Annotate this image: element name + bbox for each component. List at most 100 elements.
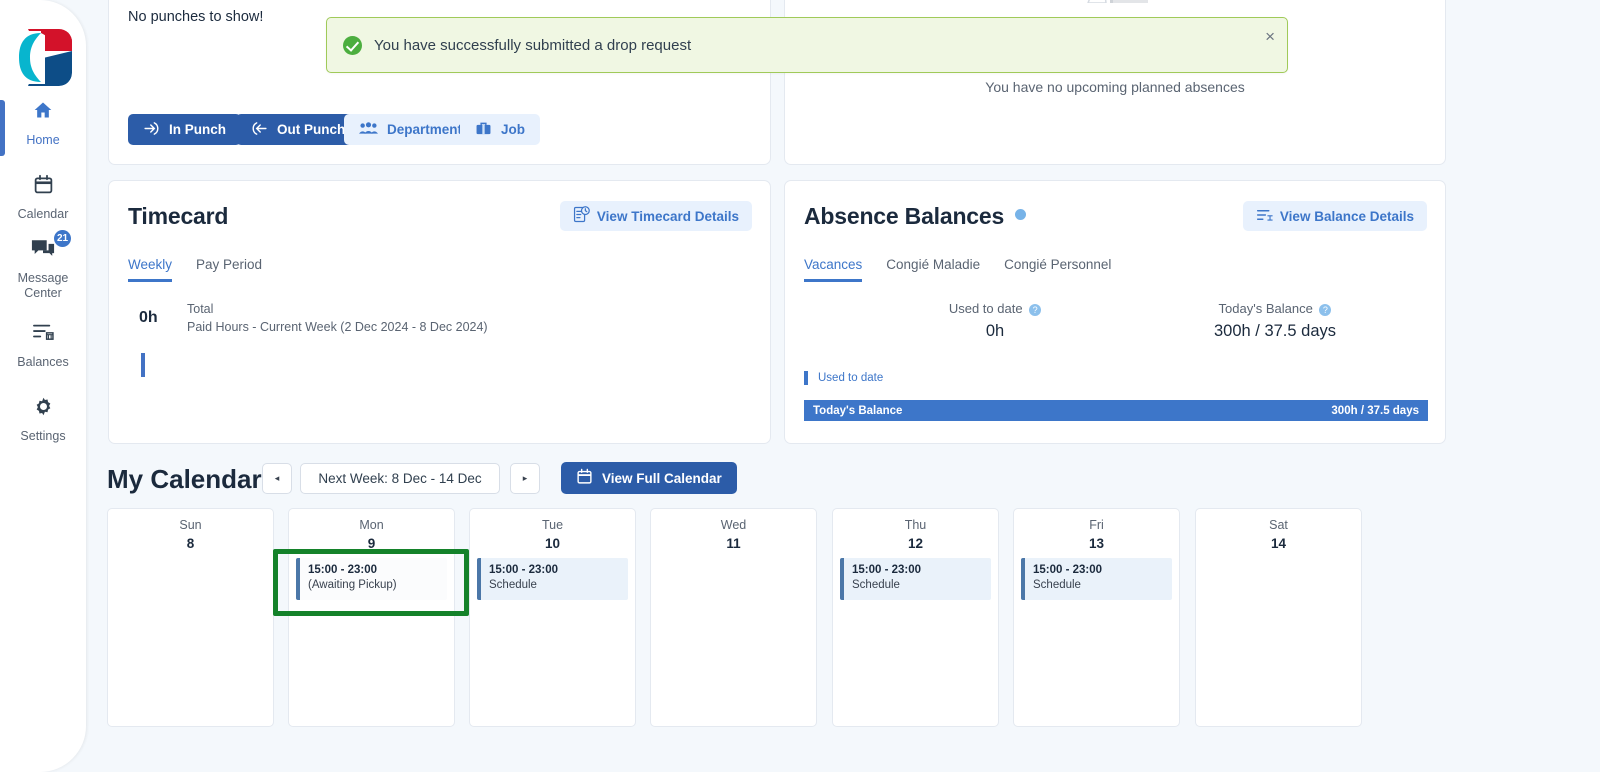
calendar-day-sun[interactable]: Sun 8 <box>107 508 274 727</box>
balances-title-text: Absence Balances <box>804 203 1005 229</box>
day-number: 8 <box>186 536 195 551</box>
event-time: 15:00 - 23:00 <box>308 564 378 576</box>
day-number: 13 <box>1088 536 1105 551</box>
used-to-date-label: Used to date ? <box>895 301 1095 316</box>
used-to-date-legend: Used to date <box>804 371 883 385</box>
calendar-day-tue[interactable]: Tue 10 15:00 - 23:00 Schedule <box>469 508 636 727</box>
balance-bar-value: 300h / 37.5 days <box>1331 404 1419 417</box>
sidebar-item-calendar[interactable]: Calendar <box>0 174 86 222</box>
timecard-total-sub: Paid Hours - Current Week (2 Dec 2024 - … <box>187 320 488 334</box>
success-check-icon <box>343 35 362 55</box>
out-punch-label: Out Punch <box>277 122 346 137</box>
calendar-icon <box>576 468 593 488</box>
info-icon[interactable] <box>1015 209 1027 221</box>
absence-balances-card: Absence Balances View Balance Details Va… <box>784 180 1446 444</box>
calendar-day-thu[interactable]: Thu 12 15:00 - 23:00 Schedule <box>832 508 999 727</box>
help-icon[interactable]: ? <box>1319 303 1332 316</box>
company-logo <box>15 29 72 86</box>
view-balance-details-button[interactable]: View Balance Details <box>1242 201 1427 231</box>
view-timecard-details-button[interactable]: View Timecard Details <box>559 201 752 231</box>
used-to-date-value: 0h <box>985 322 1005 340</box>
day-name: Thu <box>904 518 927 532</box>
day-number: 14 <box>1270 536 1287 551</box>
calendar-next-button[interactable]: ▸ <box>510 463 540 494</box>
page-title: My Calendar <box>107 464 262 494</box>
calendar-icon <box>26 174 60 200</box>
view-full-calendar-label: View Full Calendar <box>602 470 722 486</box>
timecard-title: Timecard <box>128 203 229 229</box>
calendar-day-wed[interactable]: Wed 11 <box>650 508 817 727</box>
day-name: Sun <box>179 518 202 532</box>
view-timecard-details-label: View Timecard Details <box>596 208 739 224</box>
help-icon[interactable]: ? <box>1029 303 1042 316</box>
tab-weekly[interactable]: Weekly <box>128 257 173 282</box>
arrow-out-door-icon <box>251 120 268 140</box>
used-to-date-text: Used to date <box>948 301 1023 316</box>
event-subtitle: Schedule <box>1033 579 1081 591</box>
toast-message: You have successfully submitted a drop r… <box>374 36 692 54</box>
calendar-event[interactable]: 15:00 - 23:00 Schedule <box>1021 558 1172 600</box>
message-badge: 21 <box>54 230 71 247</box>
active-indicator <box>0 100 5 156</box>
in-punch-button[interactable]: In Punch <box>128 114 241 145</box>
calendar-day-mon[interactable]: Mon 9 15:00 - 23:00 (Awaiting Pickup) <box>288 508 455 727</box>
sidebar-item-balances[interactable]: Balances <box>0 322 86 370</box>
calendar-prev-button[interactable]: ◂ <box>262 463 292 494</box>
sidebar-item-label: Calendar <box>17 207 69 221</box>
sidebar: Home Calendar 21 Message Center Balances… <box>0 0 86 772</box>
briefcase-icon <box>475 120 492 139</box>
sidebar-item-label: Settings <box>20 429 66 443</box>
timecard-tabs: Weekly Pay Period <box>128 257 262 282</box>
todays-balance-label: Today's Balance ? <box>1155 301 1395 316</box>
tab-vacances[interactable]: Vacances <box>804 257 863 282</box>
day-number: 12 <box>907 536 924 551</box>
sidebar-item-message-center[interactable]: 21 Message Center <box>0 230 86 301</box>
sidebar-item-settings[interactable]: Settings <box>0 396 86 444</box>
tab-pay-period[interactable]: Pay Period <box>196 257 262 282</box>
day-number: 10 <box>544 536 561 551</box>
day-name: Sat <box>1269 518 1288 532</box>
timecard-total-hours: 0h <box>139 309 158 326</box>
people-icon <box>359 121 378 139</box>
sidebar-item-label: Message Center <box>17 271 69 300</box>
balance-details-icon <box>1256 207 1273 226</box>
event-subtitle: Schedule <box>489 579 537 591</box>
calendar-event[interactable]: 15:00 - 23:00 Schedule <box>477 558 628 600</box>
calendar-event[interactable]: 15:00 - 23:00 Schedule <box>840 558 991 600</box>
timecard-card: Timecard View Timecard Details Weekly Pa… <box>108 180 771 444</box>
absences-empty-text: You have no upcoming planned absences <box>985 79 1245 95</box>
event-time: 15:00 - 23:00 <box>1033 564 1103 576</box>
sidebar-item-home[interactable]: Home <box>0 100 86 156</box>
todays-balance-bar: Today's Balance 300h / 37.5 days <box>804 400 1428 421</box>
calendar-range-selector[interactable]: Next Week: 8 Dec - 14 Dec <box>300 463 500 494</box>
view-balance-details-label: View Balance Details <box>1279 208 1414 224</box>
event-subtitle: (Awaiting Pickup) <box>308 579 397 591</box>
arrow-into-door-icon <box>143 120 160 140</box>
in-punch-label: In Punch <box>169 122 226 137</box>
job-button[interactable]: Job <box>460 114 541 145</box>
timecard-details-icon <box>573 206 590 226</box>
balances-title: Absence Balances <box>804 203 1027 230</box>
day-name: Mon <box>359 518 384 532</box>
calendar-event[interactable]: 15:00 - 23:00 (Awaiting Pickup) <box>296 558 447 600</box>
tab-conge-personnel[interactable]: Congié Personnel <box>1004 257 1111 282</box>
punches-empty-text: No punches to show! <box>128 9 264 25</box>
close-icon[interactable]: × <box>1265 28 1275 45</box>
sidebar-item-label: Home <box>26 133 60 147</box>
day-name: Wed <box>720 518 747 532</box>
day-number: 11 <box>726 536 741 551</box>
event-time: 15:00 - 23:00 <box>489 564 559 576</box>
absence-illustration <box>1080 0 1155 4</box>
timecard-total-label: Total <box>187 302 214 316</box>
calendar-day-fri[interactable]: Fri 13 15:00 - 23:00 Schedule <box>1013 508 1180 727</box>
tab-conge-maladie[interactable]: Congié Maladie <box>886 257 980 282</box>
department-button[interactable]: Department <box>344 114 478 145</box>
balances-tabs: Vacances Congié Maladie Congié Personnel <box>804 257 1111 282</box>
out-punch-button[interactable]: Out Punch <box>236 114 361 145</box>
event-time: 15:00 - 23:00 <box>852 564 922 576</box>
calendar-day-sat[interactable]: Sat 14 <box>1195 508 1362 727</box>
department-label: Department <box>387 122 463 137</box>
day-number: 9 <box>367 536 376 551</box>
view-full-calendar-button[interactable]: View Full Calendar <box>561 462 737 494</box>
balance-bar-label: Today's Balance <box>813 404 903 417</box>
